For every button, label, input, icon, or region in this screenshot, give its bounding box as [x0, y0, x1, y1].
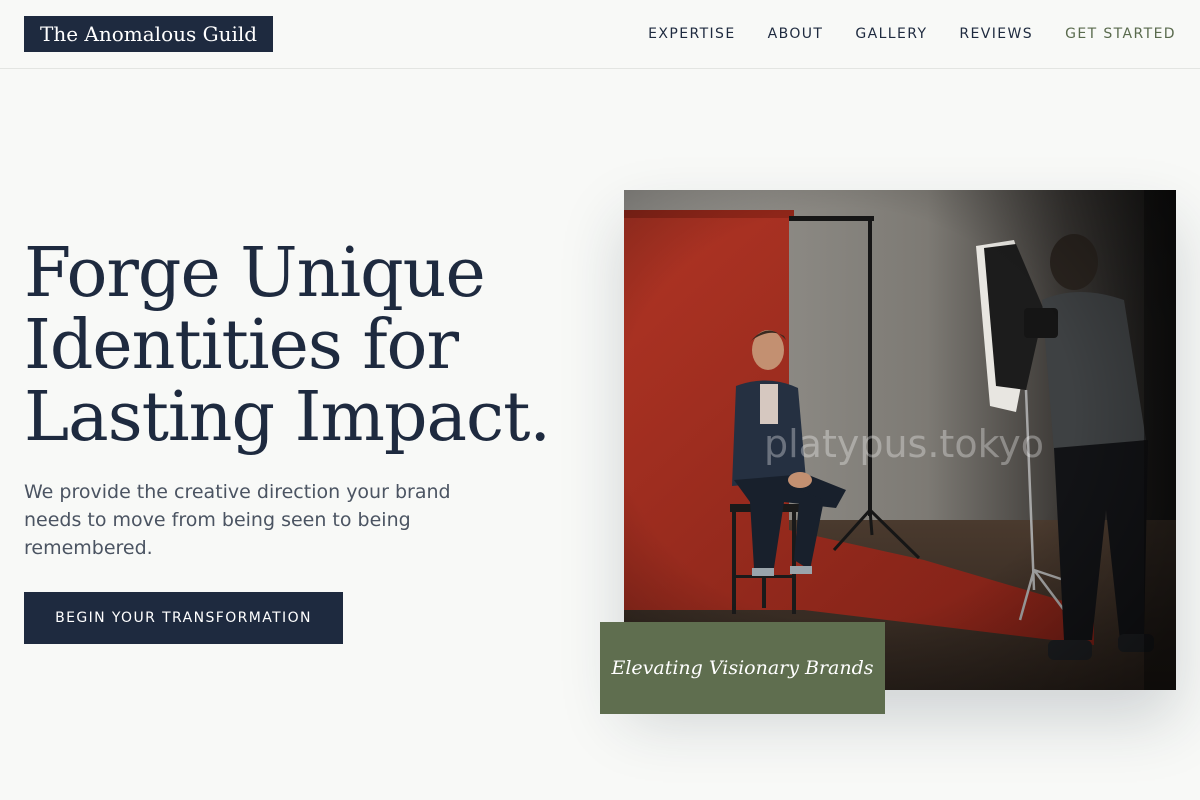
nav-item-gallery[interactable]: GALLERY: [855, 26, 927, 42]
hero-subtext: We provide the creative direction your b…: [24, 481, 451, 559]
site-header: The Anomalous Guild EXPERTISE ABOUT GALL…: [0, 0, 1200, 69]
image-watermark: platypus.tokyo: [764, 422, 1044, 466]
headline-line-2: Identities for: [24, 306, 459, 385]
nav-item-get-started[interactable]: GET STARTED: [1065, 26, 1176, 42]
nav-item-reviews[interactable]: REVIEWS: [959, 26, 1033, 42]
headline-line-3: Lasting Impact.: [24, 378, 551, 457]
nav-item-expertise[interactable]: EXPERTISE: [648, 26, 735, 42]
hero-photo: platypus.tokyo: [624, 190, 1176, 690]
begin-transformation-button[interactable]: BEGIN YOUR TRANSFORMATION: [24, 592, 343, 644]
hero-caption-box: Elevating Visionary Brands: [600, 622, 885, 714]
main-nav: EXPERTISE ABOUT GALLERY REVIEWS GET STAR…: [648, 24, 1176, 44]
hero-caption: Elevating Visionary Brands: [611, 657, 874, 679]
hero-headline: Forge Unique Identities for Lasting Impa…: [24, 238, 584, 454]
brand-logo[interactable]: The Anomalous Guild: [24, 16, 274, 52]
headline-line-1: Forge Unique: [24, 234, 486, 313]
nav-item-about[interactable]: ABOUT: [768, 26, 824, 42]
